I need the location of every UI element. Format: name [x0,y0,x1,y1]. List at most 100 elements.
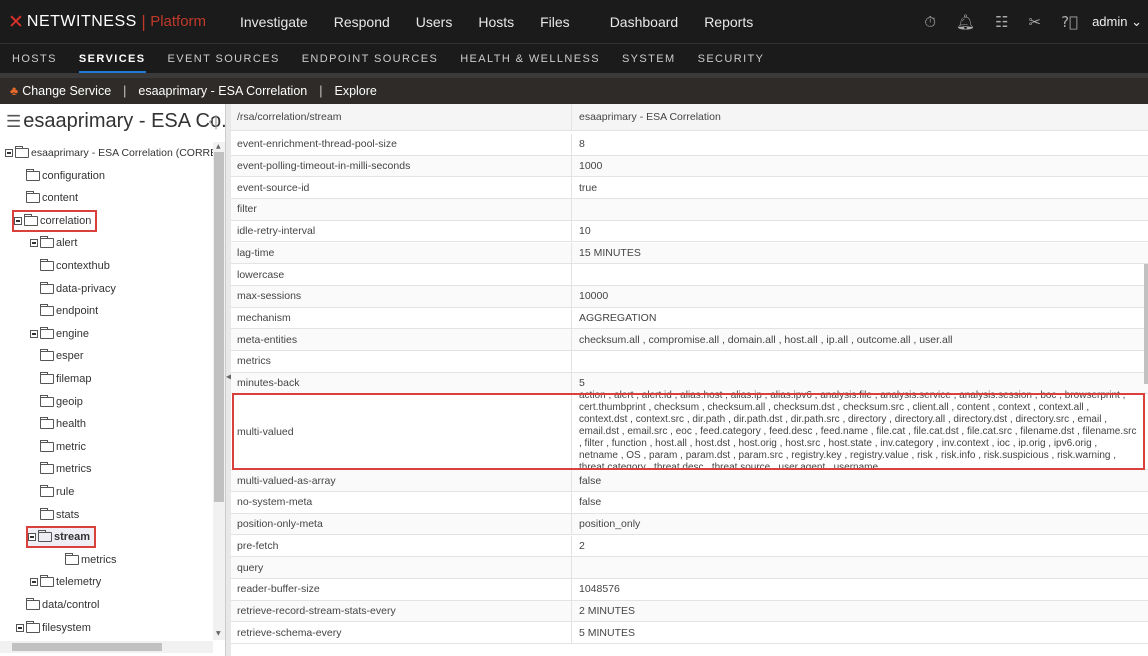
expand-toggle-icon[interactable] [16,623,24,632]
nav-files[interactable]: Files [540,14,570,30]
tree-node[interactable]: esper [30,345,84,367]
property-value[interactable]: 5 MINUTES [572,622,1148,643]
tab-endpoint-sources[interactable]: ENDPOINT SOURCES [302,53,439,65]
scroll-up-icon[interactable]: ▲ [216,143,221,150]
nav-respond[interactable]: Respond [334,14,390,30]
property-value[interactable] [572,199,1148,220]
property-value[interactable]: false [572,492,1148,513]
tab-services[interactable]: SERVICES [78,53,146,74]
tree-node[interactable]: filemap [30,368,91,390]
tree-node[interactable]: data-privacy [30,278,116,300]
expand-toggle-icon[interactable] [30,329,38,338]
property-value[interactable]: AGGREGATION [572,308,1148,329]
property-value[interactable]: 2 [572,536,1148,557]
property-value[interactable]: 10000 [572,286,1148,307]
property-value[interactable]: true [572,177,1148,198]
table-row[interactable]: meta-entities checksum.all , compromise.a… [231,329,1148,351]
expand-toggle-icon[interactable] [5,149,13,157]
nav-users[interactable]: Users [416,14,453,30]
tree-vertical-scrollbar[interactable]: ▲ ▼ [213,142,225,640]
property-value[interactable]: false [572,470,1148,491]
user-menu[interactable]: admin ⌄ [1092,14,1142,30]
tree-node[interactable]: metrics [55,549,116,571]
tree-node[interactable]: telemetry [30,571,101,593]
table-row[interactable]: lag-time 15 MINUTES [231,242,1148,265]
tree-node[interactable]: metric [30,436,86,458]
tree-node[interactable]: health [30,413,86,435]
tab-security[interactable]: SECURITY [698,53,765,65]
table-row[interactable]: lowercase [231,264,1148,286]
change-service-icon[interactable]: ♣ [10,84,18,98]
help-icon[interactable]: ?⃝ [1061,13,1078,31]
tab-system[interactable]: SYSTEM [622,53,676,65]
tree-node[interactable]: esaaprimary - ESA Correlation (CORREL... [5,142,213,164]
tree-horizontal-scrollbar[interactable] [0,641,213,653]
tree-node[interactable]: rule [30,481,74,503]
tree-node[interactable]: stats [30,504,79,526]
property-value[interactable]: 15 MINUTES [572,243,1148,264]
expand-toggle-icon[interactable] [14,216,22,225]
jobs-icon[interactable]: ☷ [995,13,1008,31]
tree-node[interactable]: contexthub [30,255,110,277]
property-value[interactable] [572,264,1148,285]
table-row[interactable]: retrieve-schema-every 5 MINUTES [231,622,1148,644]
tree-node[interactable]: geoip [30,391,83,413]
table-row[interactable]: event-enrichment-thread-pool-size 8 [231,134,1148,156]
expand-toggle-icon[interactable] [30,578,38,587]
table-row[interactable]: retrieve-record-stream-stats-every 2 MINU… [231,600,1148,623]
breadcrumb-service[interactable]: esaaprimary - ESA Correlation [138,84,307,98]
property-value[interactable]: 1048576 [572,579,1148,600]
table-row[interactable]: max-sessions 10000 [231,285,1148,308]
scrollbar-thumb[interactable] [214,152,224,502]
property-value[interactable]: 2 MINUTES [572,601,1148,622]
tree-node[interactable]: engine [30,323,89,345]
expand-toggle-icon[interactable] [30,239,38,248]
tools-icon[interactable]: ✂ [1029,13,1042,31]
table-row[interactable]: mechanism AGGREGATION [231,307,1148,330]
property-value[interactable]: checksum.all , compromise.all , domain.a… [572,329,1148,350]
tree-node[interactable]: endpoint [30,300,98,322]
table-row[interactable]: event-source-id true [231,177,1148,200]
property-value[interactable] [572,557,1148,578]
nav-investigate[interactable]: Investigate [240,14,308,30]
table-row[interactable]: event-polling-timeout-in-milli-seconds 10… [231,155,1148,178]
table-row[interactable]: position-only-meta position_only [231,513,1148,536]
tree-node[interactable]: content [16,187,78,209]
app-logo[interactable]: ✕ NETWITNESS | Platform [0,11,225,33]
property-value[interactable]: 10 [572,221,1148,242]
nav-hosts[interactable]: Hosts [478,14,514,30]
bell-icon[interactable]: 🔔︎ [956,13,975,31]
change-service-link[interactable]: Change Service [22,84,111,98]
table-row[interactable]: no-system-meta false [231,492,1148,514]
table-scrollbar-thumb[interactable] [1144,264,1148,384]
table-row[interactable]: metrics [231,351,1148,373]
timer-icon[interactable]: ⏱ [924,13,936,31]
tree-node[interactable]: correlation [12,209,98,232]
tree-node[interactable]: filesystem [16,617,91,639]
tab-hosts[interactable]: HOSTS [12,53,57,65]
nav-dashboard[interactable]: Dashboard [610,14,679,30]
nav-reports[interactable]: Reports [704,14,753,30]
scroll-down-icon[interactable]: ▼ [216,630,221,637]
scrollbar-thumb[interactable] [12,643,162,651]
tree-node[interactable]: data/control [16,594,99,616]
table-row[interactable]: query [231,557,1148,579]
table-row[interactable]: reader-buffer-size 1048576 [231,578,1148,601]
property-value[interactable]: position_only [572,514,1148,535]
table-row[interactable]: pre-fetch 2 [231,535,1148,558]
breadcrumb-view[interactable]: Explore [334,84,376,98]
property-value[interactable] [572,351,1148,372]
property-value[interactable]: 8 [572,134,1148,155]
tree-node[interactable]: configuration [16,165,105,187]
property-value[interactable]: 1000 [572,156,1148,177]
collapse-panel-icon[interactable]: ‹| [208,114,218,130]
table-row[interactable]: filter [231,199,1148,221]
table-row[interactable]: idle-retry-interval 10 [231,220,1148,243]
expand-toggle-icon[interactable] [28,533,36,542]
tree-node[interactable]: alert [30,232,77,254]
tree-node[interactable]: stream [26,526,97,549]
tab-event-sources[interactable]: EVENT SOURCES [168,53,280,65]
tree-node[interactable]: metrics [30,458,91,480]
tab-health-wellness[interactable]: HEALTH & WELLNESS [460,53,600,65]
table-row[interactable]: multi-valued-as-array false [231,470,1148,493]
